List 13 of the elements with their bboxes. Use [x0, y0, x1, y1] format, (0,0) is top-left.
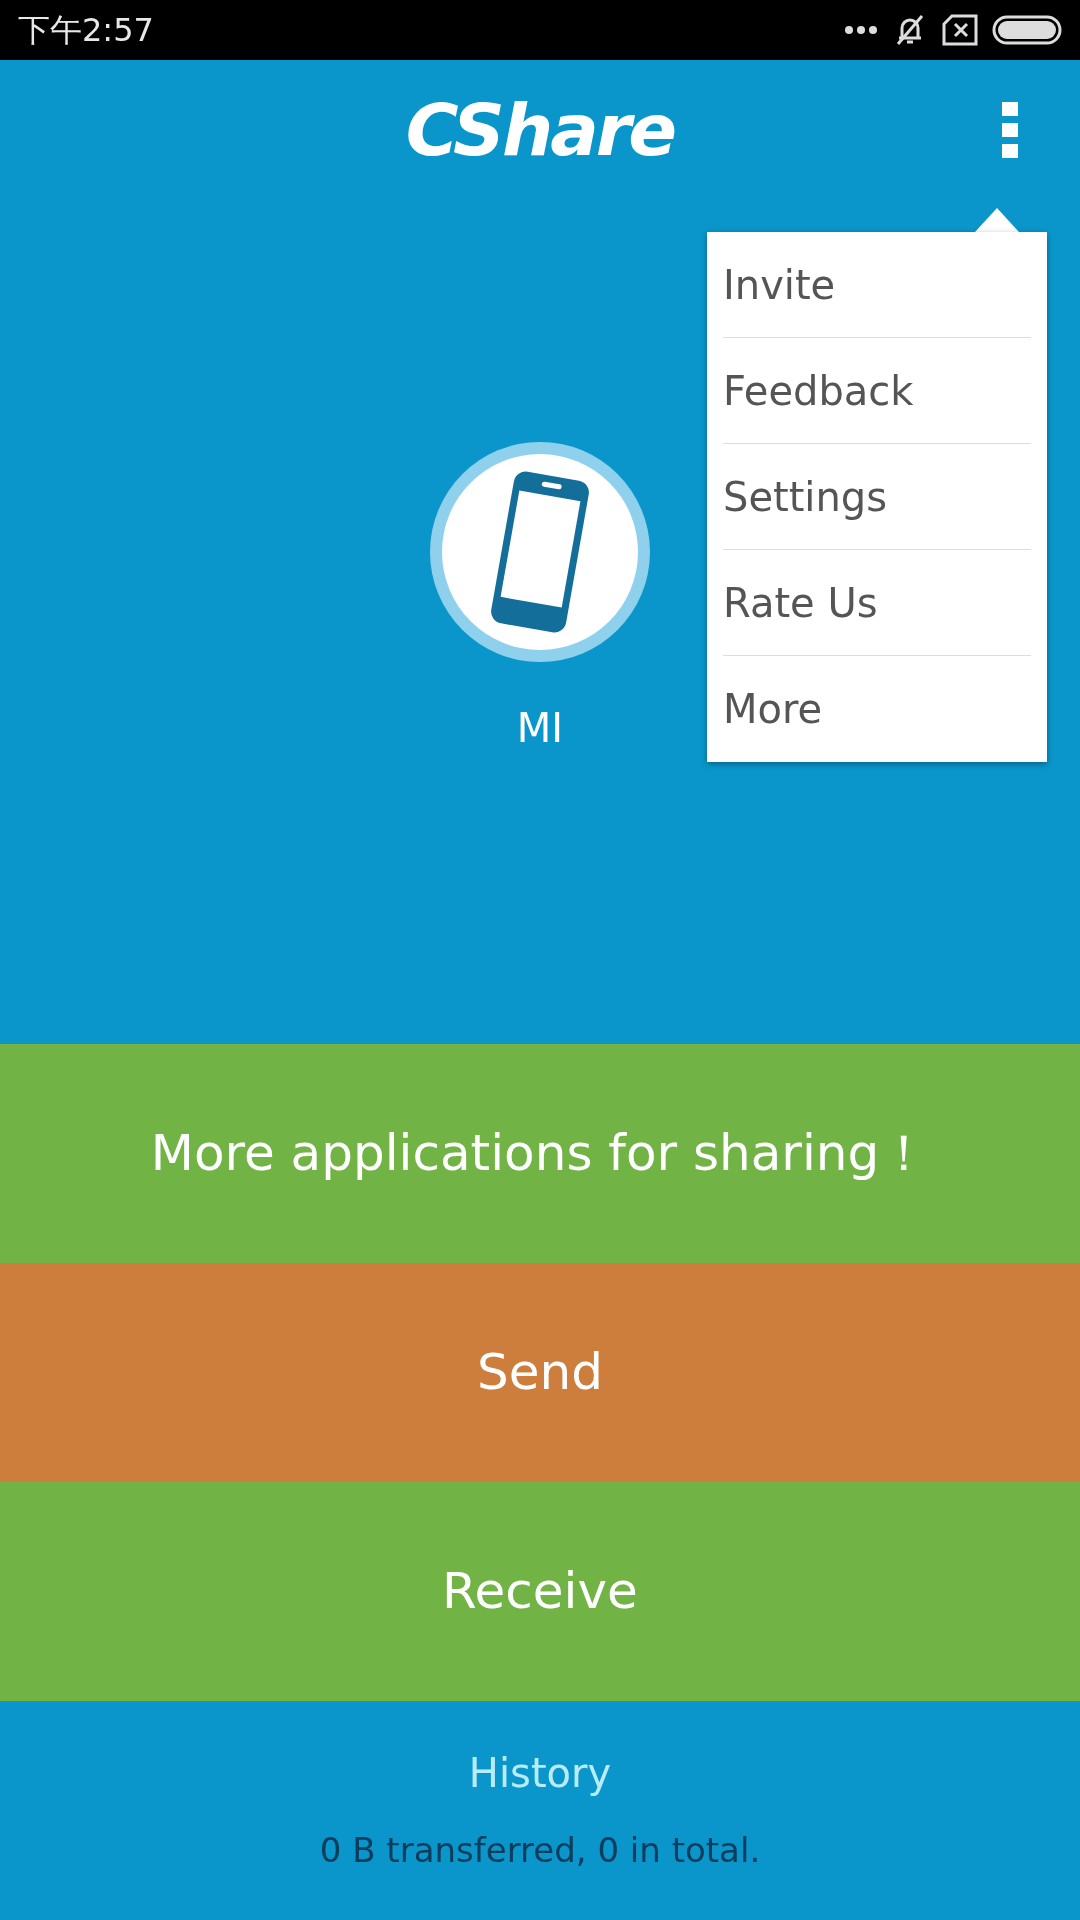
app-logo: CShare	[405, 87, 675, 174]
device-name: MI	[516, 704, 564, 753]
battery-icon	[992, 15, 1062, 45]
no-sim-icon	[942, 14, 978, 46]
overflow-menu-icon[interactable]	[1002, 102, 1018, 158]
menu-item[interactable]: More	[723, 656, 1031, 762]
status-time: 下午2:57	[18, 10, 154, 51]
more-notifications-icon	[844, 25, 878, 35]
menu-item[interactable]: Rate Us	[723, 550, 1031, 656]
menu-item[interactable]: Invite	[723, 232, 1031, 338]
transfer-summary: 0 B transferred, 0 in total.	[319, 1829, 761, 1872]
menu-item[interactable]: Feedback	[723, 338, 1031, 444]
menu-item[interactable]: Settings	[723, 444, 1031, 550]
